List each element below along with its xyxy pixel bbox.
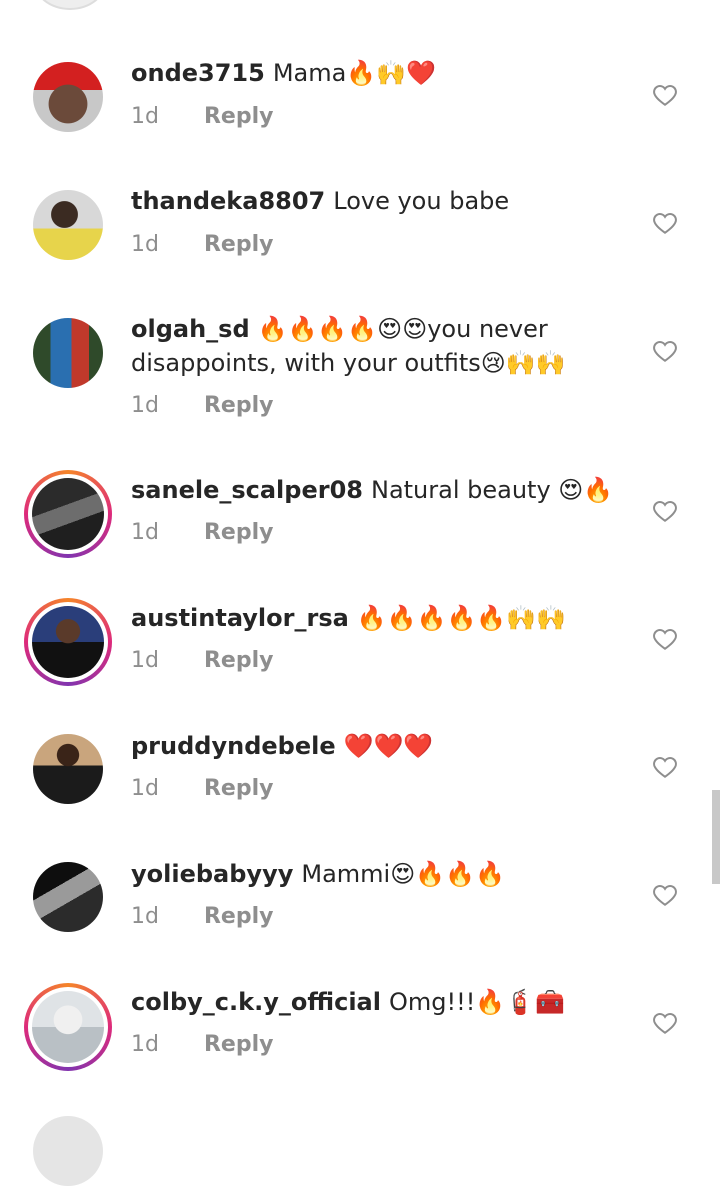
partial-avatar-bottom <box>33 1116 103 1186</box>
comment-text-block: yoliebabyyy Mammi😍🔥🔥🔥 <box>131 857 650 891</box>
reply-button[interactable]: Reply <box>204 648 274 673</box>
avatar[interactable] <box>33 190 103 260</box>
scrollbar[interactable] <box>712 790 720 884</box>
username[interactable]: colby_c.k.y_official <box>131 988 381 1016</box>
username[interactable]: onde3715 <box>131 59 265 87</box>
avatar[interactable] <box>32 478 104 550</box>
timestamp: 1d <box>131 393 159 418</box>
reply-button[interactable]: Reply <box>204 104 274 129</box>
timestamp: 1d <box>131 232 159 257</box>
heart-icon[interactable] <box>652 338 678 364</box>
timestamp: 1d <box>131 1032 159 1057</box>
partial-avatar-top <box>33 0 107 10</box>
comment-meta: 1d Reply <box>131 393 273 418</box>
comment-body: Love you babe <box>333 187 510 215</box>
timestamp: 1d <box>131 776 159 801</box>
comment-body: Mammi😍🔥🔥🔥 <box>301 860 505 888</box>
comment-meta: 1d Reply <box>131 1032 273 1057</box>
comment-text-block: thandeka8807 Love you babe <box>131 184 650 218</box>
comment-meta: 1d Reply <box>131 776 273 801</box>
reply-button[interactable]: Reply <box>204 232 274 257</box>
avatar[interactable] <box>33 862 103 932</box>
comment-body: Omg!!!🔥🧯🧰 <box>388 988 565 1016</box>
comment-text-block: pruddyndebele ❤️❤️❤️ <box>131 729 650 763</box>
comment-text-block: sanele_scalper08 Natural beauty 😍🔥 <box>131 473 650 507</box>
comment-body: Natural beauty 😍🔥 <box>370 476 614 504</box>
avatar[interactable] <box>33 62 103 132</box>
comment-meta: 1d Reply <box>131 904 273 929</box>
reply-button[interactable]: Reply <box>204 1032 274 1057</box>
username[interactable]: sanele_scalper08 <box>131 476 363 504</box>
avatar[interactable] <box>32 991 104 1063</box>
story-ring[interactable] <box>24 470 112 558</box>
comment-text-block: colby_c.k.y_official Omg!!!🔥🧯🧰 <box>131 985 650 1019</box>
timestamp: 1d <box>131 648 159 673</box>
username[interactable]: pruddyndebele <box>131 732 336 760</box>
story-ring[interactable] <box>24 983 112 1071</box>
avatar[interactable] <box>33 318 103 388</box>
comment-body: Mama🔥🙌❤️ <box>272 59 436 87</box>
heart-icon[interactable] <box>652 210 678 236</box>
reply-button[interactable]: Reply <box>204 904 274 929</box>
comment-meta: 1d Reply <box>131 232 273 257</box>
avatar[interactable] <box>33 734 103 804</box>
avatar[interactable] <box>32 606 104 678</box>
comment-text-block: olgah_sd 🔥🔥🔥🔥😍😍you never disappoints, wit… <box>131 312 650 380</box>
heart-icon[interactable] <box>652 82 678 108</box>
heart-icon[interactable] <box>652 626 678 652</box>
heart-icon[interactable] <box>652 882 678 908</box>
comment-text-block: austintaylor_rsa 🔥🔥🔥🔥🔥🙌🙌 <box>131 601 650 635</box>
comment-meta: 1d Reply <box>131 520 273 545</box>
username[interactable]: thandeka8807 <box>131 187 325 215</box>
timestamp: 1d <box>131 904 159 929</box>
username[interactable]: olgah_sd <box>131 315 250 343</box>
comment-body: ❤️❤️❤️ <box>343 732 434 760</box>
reply-button[interactable]: Reply <box>204 393 274 418</box>
timestamp: 1d <box>131 520 159 545</box>
comment-meta: 1d Reply <box>131 104 273 129</box>
comment-text-block: onde3715 Mama🔥🙌❤️ <box>131 56 650 90</box>
comment-meta: 1d Reply <box>131 648 273 673</box>
reply-button[interactable]: Reply <box>204 520 274 545</box>
username[interactable]: yoliebabyyy <box>131 860 293 888</box>
story-ring[interactable] <box>24 598 112 686</box>
timestamp: 1d <box>131 104 159 129</box>
reply-button[interactable]: Reply <box>204 776 274 801</box>
username[interactable]: austintaylor_rsa <box>131 604 349 632</box>
comment-body: 🔥🔥🔥🔥🔥🙌🙌 <box>356 604 566 632</box>
heart-icon[interactable] <box>652 498 678 524</box>
heart-icon[interactable] <box>652 1010 678 1036</box>
heart-icon[interactable] <box>652 754 678 780</box>
